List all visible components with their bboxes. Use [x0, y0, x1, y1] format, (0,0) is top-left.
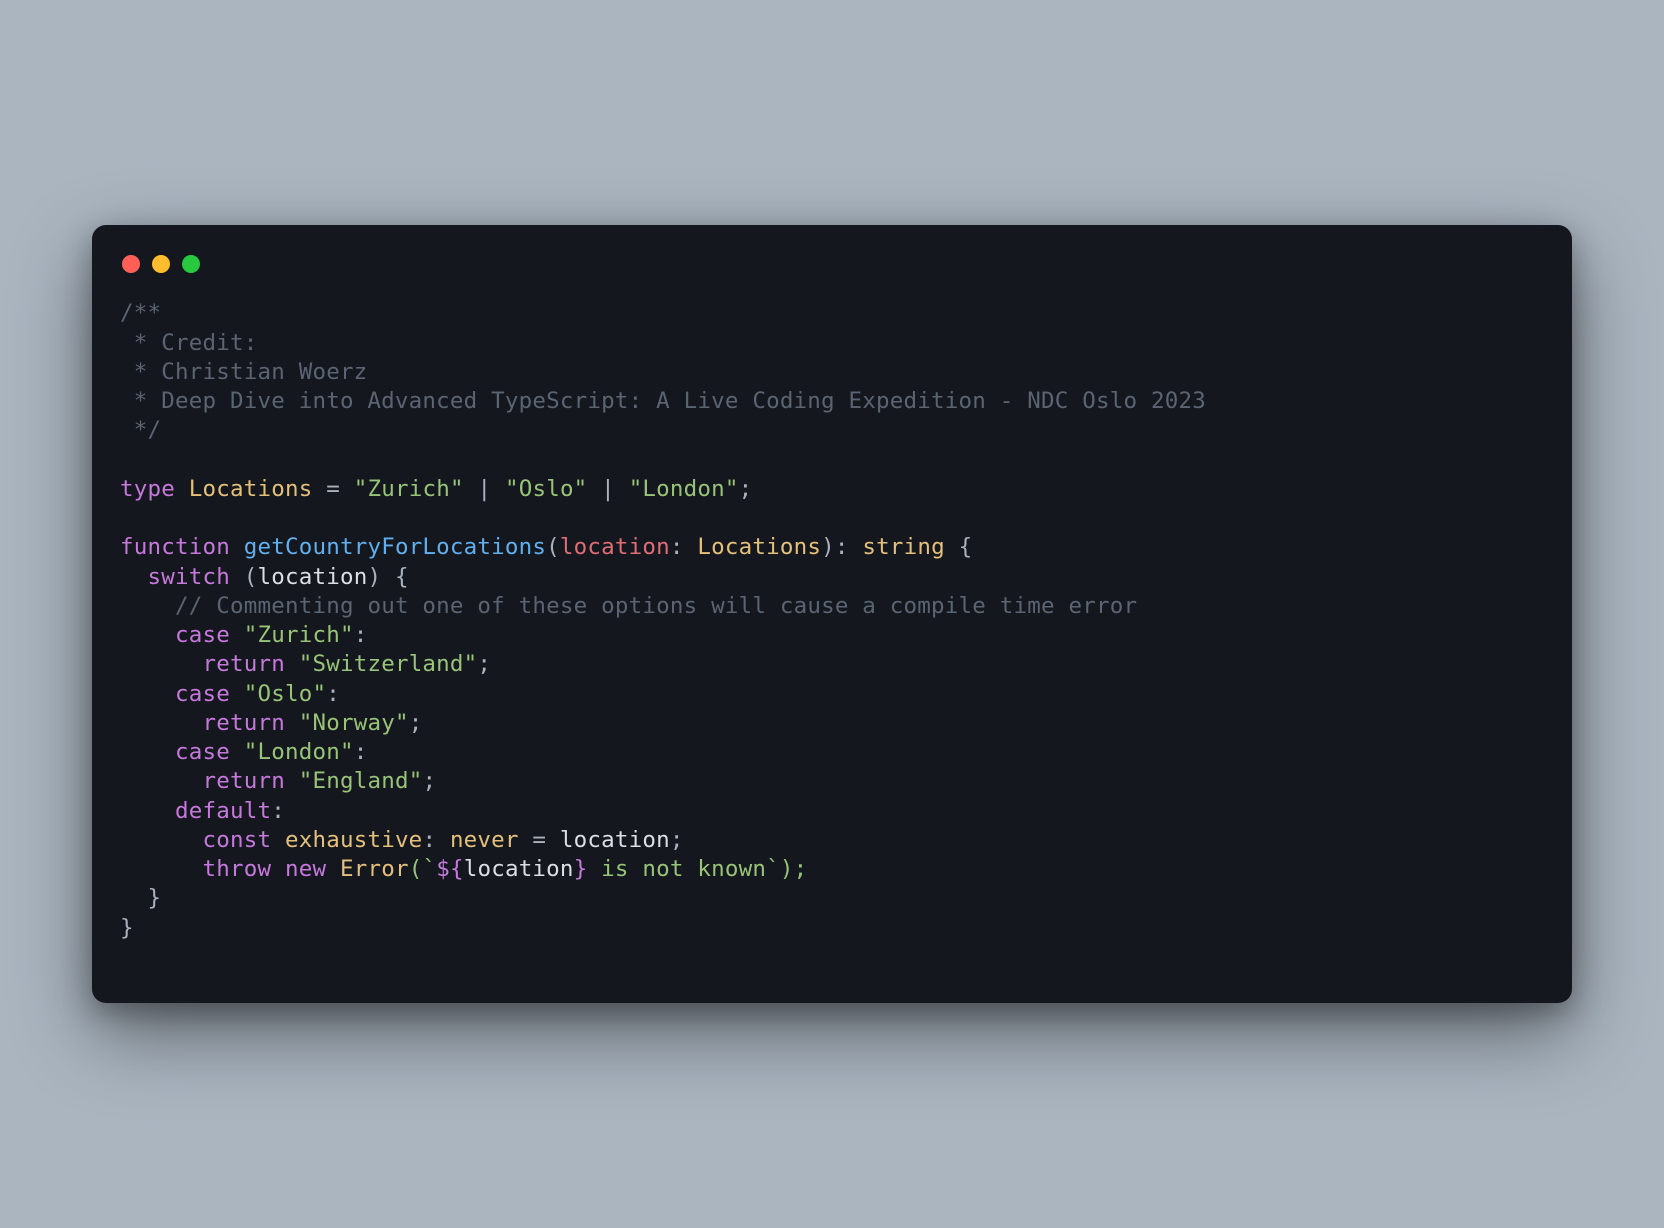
c4: :: [271, 798, 285, 824]
brace-close2: }: [120, 915, 134, 941]
kw-case1: case: [175, 622, 230, 648]
code-window: /** * Credit: * Christian Woerz * Deep D…: [92, 225, 1572, 1003]
doc-line1: * Credit:: [120, 330, 257, 356]
kw-default: default: [175, 798, 271, 824]
return-type: string: [862, 534, 944, 560]
paren-close: ):: [821, 534, 862, 560]
kw-case2: case: [175, 681, 230, 707]
kw-switch: switch: [148, 564, 230, 590]
s1: ;: [477, 651, 491, 677]
tmpl-open: (`: [409, 856, 437, 882]
doc-line2: * Christian Woerz: [120, 359, 367, 385]
kw-new: new: [285, 856, 326, 882]
const-name: exhaustive: [285, 827, 422, 853]
s4: ;: [670, 827, 684, 853]
s2: ;: [409, 710, 423, 736]
param-type: Locations: [697, 534, 821, 560]
ret2: "Norway": [299, 710, 409, 736]
union-oslo: "Oslo": [505, 476, 587, 502]
eq2: =: [519, 827, 560, 853]
pipe1: |: [464, 476, 505, 502]
ret3: "England": [299, 768, 423, 794]
type-name: Locations: [189, 476, 313, 502]
switch-open: (: [230, 564, 258, 590]
kw-const: const: [202, 827, 271, 853]
tmpl-tail: is not known: [587, 856, 766, 882]
maximize-icon[interactable]: [182, 255, 200, 273]
interp-var: location: [464, 856, 574, 882]
kw-return2: return: [202, 710, 284, 736]
kw-function: function: [120, 534, 230, 560]
eq: =: [312, 476, 353, 502]
c1: :: [354, 622, 368, 648]
kw-type: type: [120, 476, 175, 502]
pipe2: |: [587, 476, 628, 502]
s3: ;: [422, 768, 436, 794]
doc-close: */: [120, 417, 161, 443]
tmpl-close: `);: [766, 856, 807, 882]
kw-return3: return: [202, 768, 284, 794]
case3-val: "London": [244, 739, 354, 765]
c3: :: [354, 739, 368, 765]
union-zurich: "Zurich": [354, 476, 464, 502]
minimize-icon[interactable]: [152, 255, 170, 273]
switch-var: location: [257, 564, 367, 590]
window-controls: [120, 253, 1544, 299]
brace-close1: }: [148, 885, 162, 911]
error-class: Error: [340, 856, 409, 882]
kw-throw: throw: [202, 856, 271, 882]
inline-comment: // Commenting out one of these options w…: [175, 593, 1137, 619]
assign-var: location: [560, 827, 670, 853]
interp-close: }: [574, 856, 588, 882]
union-london: "London": [629, 476, 739, 502]
close-icon[interactable]: [122, 255, 140, 273]
kw-case3: case: [175, 739, 230, 765]
switch-close: ) {: [367, 564, 408, 590]
ret1: "Switzerland": [299, 651, 478, 677]
param-name: location: [560, 534, 670, 560]
case1-val: "Zurich": [244, 622, 354, 648]
never-type: never: [450, 827, 519, 853]
func-name: getCountryForLocations: [244, 534, 546, 560]
case2-val: "Oslo": [244, 681, 326, 707]
paren-open: (: [546, 534, 560, 560]
brace-open1: {: [945, 534, 973, 560]
kw-return1: return: [202, 651, 284, 677]
colon1: :: [670, 534, 698, 560]
colon2: :: [422, 827, 450, 853]
semi1: ;: [739, 476, 753, 502]
interp-open: ${: [436, 856, 464, 882]
c2: :: [326, 681, 340, 707]
doc-line3: * Deep Dive into Advanced TypeScript: A …: [120, 388, 1206, 414]
doc-open: /**: [120, 300, 161, 326]
code-block: /** * Credit: * Christian Woerz * Deep D…: [120, 299, 1544, 943]
